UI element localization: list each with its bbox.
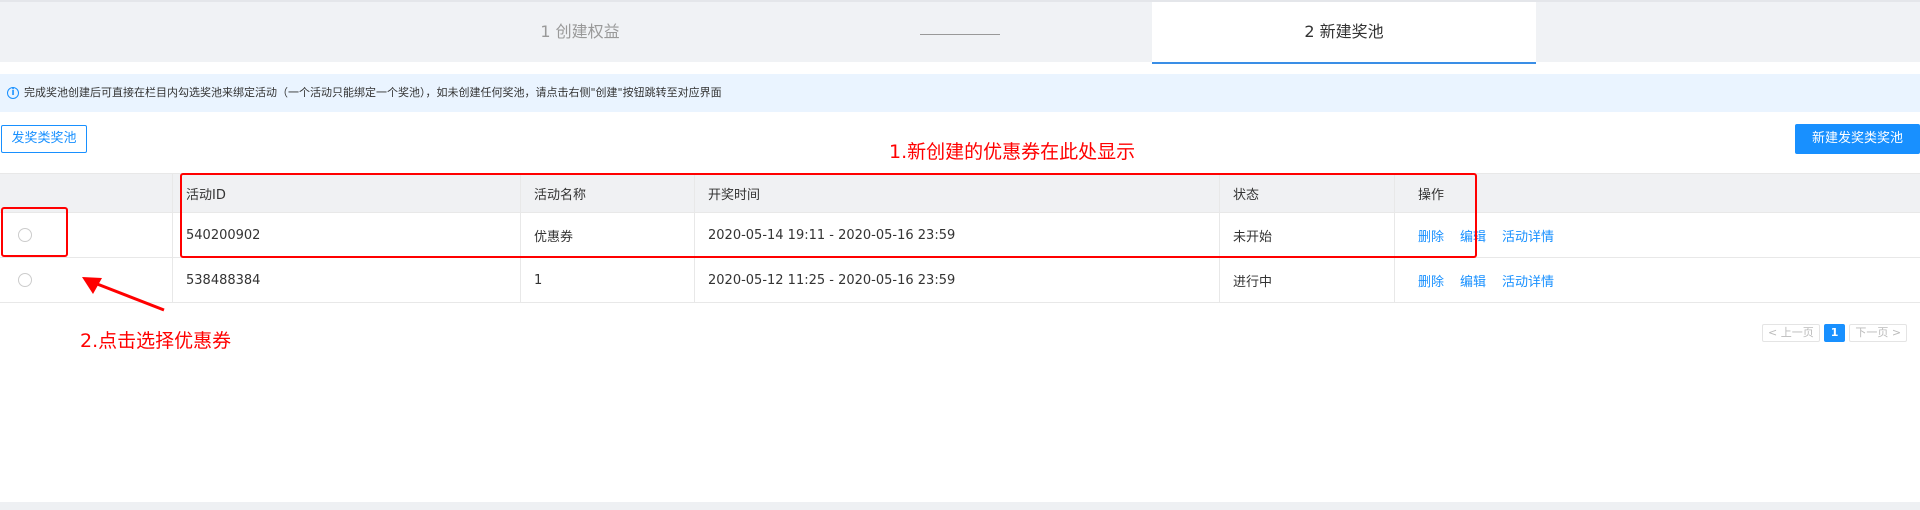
- row-radio[interactable]: [18, 273, 32, 287]
- pagination: < 上一页 1 下一页 >: [1762, 324, 1908, 342]
- activity-status: 进行中: [1220, 258, 1395, 302]
- annotation-note-1: 1.新创建的优惠券在此处显示: [889, 141, 1136, 163]
- delete-link[interactable]: 删除: [1418, 271, 1444, 290]
- activity-details-link[interactable]: 活动详情: [1502, 271, 1554, 290]
- next-page-button[interactable]: 下一页 >: [1849, 324, 1908, 342]
- annotation-box-table: [180, 173, 1477, 258]
- info-text: 完成奖池创建后可直接在栏目内勾选奖池来绑定活动（一个活动只能绑定一个奖池），如未…: [24, 86, 722, 99]
- info-notice: i 完成奖池创建后可直接在栏目内勾选奖池来绑定活动（一个活动只能绑定一个奖池），…: [0, 74, 1920, 112]
- step-create-benefit[interactable]: 1 创建权益: [380, 2, 780, 64]
- steps-bar: 1 创建权益 2 新建奖池: [0, 0, 1920, 64]
- draw-time: 2020-05-12 11:25 - 2020-05-16 23:59: [695, 258, 1220, 302]
- annotation-arrow: [82, 277, 165, 312]
- annotation-box-radio: [1, 207, 68, 257]
- step-connector: [920, 34, 1000, 35]
- edit-link[interactable]: 编辑: [1460, 271, 1486, 290]
- prev-page-button[interactable]: < 上一页: [1762, 324, 1820, 342]
- actions-cell: 删除 编辑 活动详情: [1395, 258, 1920, 302]
- page-1-button[interactable]: 1: [1823, 324, 1846, 342]
- new-prize-pool-button[interactable]: 新建发奖类奖池: [1795, 124, 1920, 154]
- bottom-bar: [0, 502, 1920, 510]
- arrow-shaft: [91, 280, 165, 312]
- annotation-note-2: 2.点击选择优惠券: [80, 330, 232, 352]
- activity-id: 538488384: [173, 258, 521, 302]
- prize-pool-tab[interactable]: 发奖类奖池: [1, 125, 87, 153]
- activity-name: 1: [521, 258, 695, 302]
- table-row: 538488384 1 2020-05-12 11:25 - 2020-05-1…: [0, 258, 1920, 303]
- page: 1 创建权益 2 新建奖池 i 完成奖池创建后可直接在栏目内勾选奖池来绑定活动（…: [0, 0, 1920, 510]
- step-new-pool[interactable]: 2 新建奖池: [1152, 2, 1536, 64]
- activity-details-link[interactable]: 活动详情: [1502, 226, 1554, 245]
- info-icon: i: [7, 87, 19, 99]
